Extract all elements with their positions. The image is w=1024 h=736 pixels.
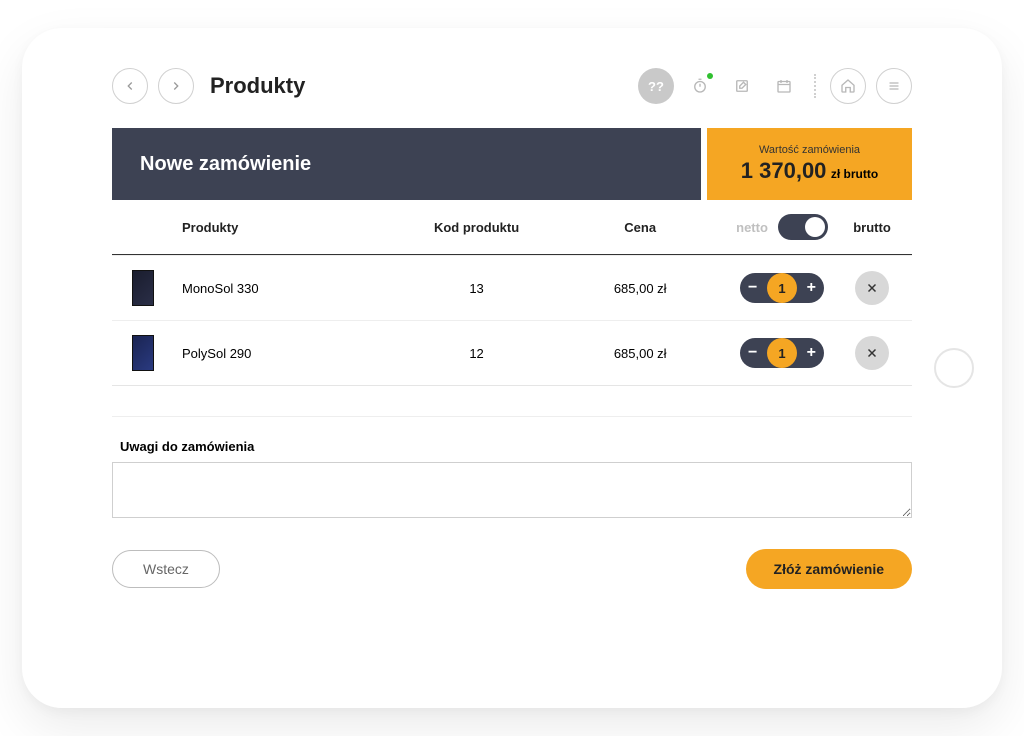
col-header-code: Kod produktu <box>395 220 559 235</box>
edit-icon <box>733 77 751 95</box>
order-title: Nowe zamówienie <box>112 128 701 200</box>
tablet-frame: Produkty ?? Nowe zamówienie Wartość zamó… <box>22 28 1002 708</box>
calendar-button[interactable] <box>768 70 800 102</box>
top-bar: Produkty ?? <box>112 68 912 104</box>
help-label: ?? <box>648 79 664 94</box>
qty-increase-button[interactable]: + <box>807 280 816 296</box>
edit-button[interactable] <box>726 70 758 102</box>
footer-actions: Wstecz Złóż zamówienie <box>112 549 912 589</box>
product-code: 12 <box>395 346 559 361</box>
menu-icon <box>885 77 903 95</box>
table-row: MonoSol 330 13 685,00 zł − 1 + <box>112 255 912 320</box>
calendar-icon <box>775 77 793 95</box>
quantity-stepper: − 1 + <box>740 273 824 303</box>
back-button[interactable]: Wstecz <box>112 550 220 588</box>
submit-order-button[interactable]: Złóż zamówienie <box>746 549 912 589</box>
qty-decrease-button[interactable]: − <box>748 345 757 361</box>
table-header: Produkty Kod produktu Cena netto brutto <box>112 200 912 255</box>
close-icon <box>865 346 879 360</box>
product-thumb-icon <box>132 335 154 371</box>
home-button[interactable] <box>830 68 866 104</box>
toggle-netto-label: netto <box>736 220 768 235</box>
device-home-button[interactable] <box>934 348 974 388</box>
notification-dot-icon <box>707 73 713 79</box>
order-value-amount: 1 370,00 zł brutto <box>741 158 878 184</box>
order-header: Nowe zamówienie Wartość zamówienia 1 370… <box>112 128 912 200</box>
remove-row-button[interactable] <box>855 336 889 370</box>
timer-icon <box>691 77 709 95</box>
nav-forward-button[interactable] <box>158 68 194 104</box>
notes-label: Uwagi do zamówienia <box>112 439 912 454</box>
home-icon <box>839 77 857 95</box>
order-value-label: Wartość zamówienia <box>759 144 860 156</box>
product-name: PolySol 290 <box>182 346 395 361</box>
arrow-right-icon <box>169 79 183 93</box>
product-name: MonoSol 330 <box>182 281 395 296</box>
price-toggle: netto <box>736 214 828 240</box>
product-code: 13 <box>395 281 559 296</box>
order-value-box: Wartość zamówienia 1 370,00 zł brutto <box>707 128 912 200</box>
qty-decrease-button[interactable]: − <box>748 280 757 296</box>
notes-textarea[interactable] <box>112 462 912 518</box>
help-button[interactable]: ?? <box>638 68 674 104</box>
col-header-price: Cena <box>558 220 722 235</box>
toolbar-separator <box>814 74 816 98</box>
table-row: PolySol 290 12 685,00 zł − 1 + <box>112 320 912 385</box>
quantity-stepper: − 1 + <box>740 338 824 368</box>
qty-increase-button[interactable]: + <box>807 345 816 361</box>
qty-value: 1 <box>767 338 797 368</box>
product-price: 685,00 zł <box>558 281 722 296</box>
order-notes-section: Uwagi do zamówienia <box>112 416 912 523</box>
col-header-products: Produkty <box>182 220 395 235</box>
product-thumb-icon <box>132 270 154 306</box>
products-table: Produkty Kod produktu Cena netto brutto … <box>112 200 912 386</box>
netto-brutto-toggle[interactable] <box>778 214 828 240</box>
nav-back-button[interactable] <box>112 68 148 104</box>
page-title: Produkty <box>210 73 305 99</box>
menu-button[interactable] <box>876 68 912 104</box>
product-price: 685,00 zł <box>558 346 722 361</box>
close-icon <box>865 281 879 295</box>
toggle-brutto-label: brutto <box>842 220 902 235</box>
qty-value: 1 <box>767 273 797 303</box>
remove-row-button[interactable] <box>855 271 889 305</box>
timer-button[interactable] <box>684 70 716 102</box>
arrow-left-icon <box>123 79 137 93</box>
